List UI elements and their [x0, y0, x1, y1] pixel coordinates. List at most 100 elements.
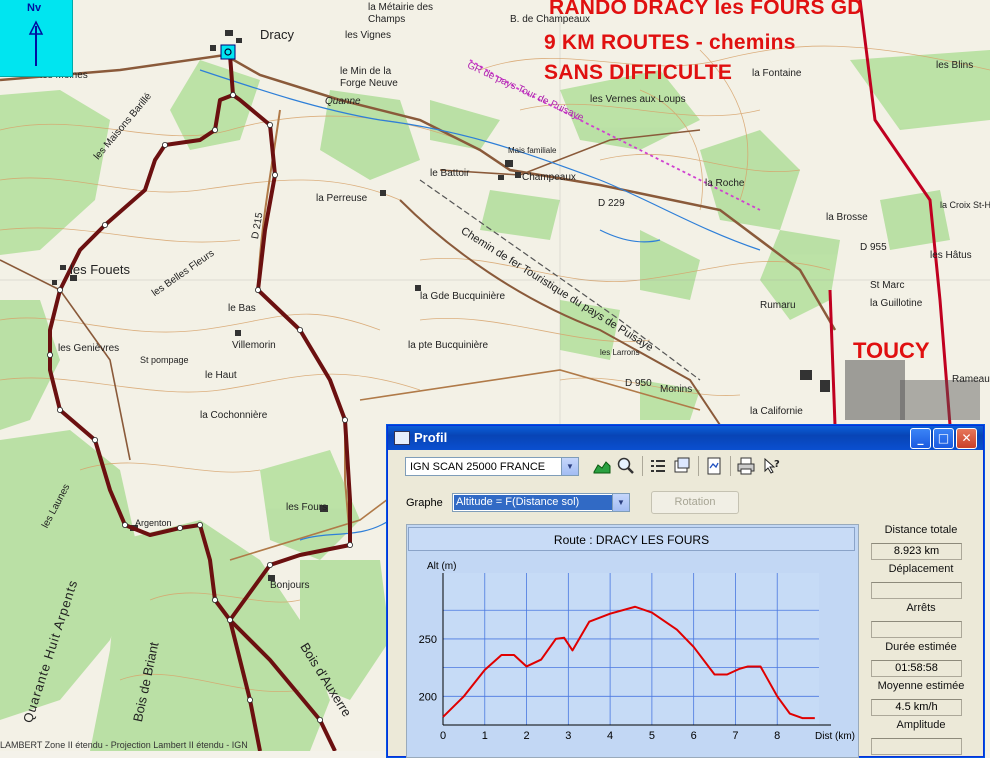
map-label: les Hâtus	[930, 250, 972, 261]
map-label: Monins	[660, 384, 693, 395]
map-label: D 950	[625, 378, 652, 389]
y-axis-label: Alt (m)	[427, 561, 456, 572]
maximize-button[interactable]: □	[933, 428, 954, 449]
map-label: la Fontaine	[752, 68, 802, 79]
chevron-down-icon[interactable]: ▼	[612, 494, 629, 511]
map-label: Villemorin	[232, 340, 276, 351]
map-label: les Larrons	[600, 348, 640, 357]
route-title-line-1: RANDO DRACY les FOURS GD	[549, 0, 863, 19]
profile-icon[interactable]	[592, 456, 612, 476]
stat-label-duration: Durée estimée	[885, 641, 957, 653]
chart-title: Route : DRACY LES FOURS	[408, 527, 855, 551]
map-label: les Fours	[286, 502, 328, 513]
map-label: la pte Bucquinière	[408, 340, 489, 351]
list-icon[interactable]	[648, 456, 668, 476]
y-tick-label: 250	[419, 634, 437, 646]
x-axis-label: Dist (km)	[815, 731, 855, 742]
map-label: la Métairie des Champs	[368, 2, 434, 25]
map-label: le Min de la Forge Neuve	[340, 66, 398, 89]
help-icon[interactable]: ?	[762, 456, 782, 476]
map-label: Argenton	[135, 518, 172, 528]
toolbar-separator	[730, 456, 731, 476]
x-tick-label: 2	[523, 730, 529, 742]
start-marker	[220, 44, 236, 60]
graphe-select[interactable]: Altitude = F(Distance sol) ▼	[452, 493, 630, 512]
map-label: la Guillotine	[870, 298, 923, 309]
town-label-toucy: TOUCY	[853, 338, 930, 363]
map-label: Rumaru	[760, 300, 796, 311]
close-button[interactable]: ✕	[956, 428, 977, 449]
x-tick-label: 6	[691, 730, 697, 742]
map-label: la Perreuse	[316, 193, 368, 204]
x-tick-label: 0	[440, 730, 446, 742]
export-icon[interactable]	[672, 456, 692, 476]
x-tick-label: 8	[774, 730, 780, 742]
map-label: St pompage	[140, 355, 189, 365]
map-label: les Genièvres	[58, 343, 120, 354]
rotation-button[interactable]: Rotation	[651, 491, 739, 514]
stat-label-distance: Distance totale	[884, 524, 958, 536]
window-app-icon	[394, 431, 410, 445]
map-label: la Croix St-Hélène	[940, 200, 990, 210]
x-tick-label: 5	[649, 730, 655, 742]
map-label: les Vignes	[345, 30, 391, 41]
window-titlebar[interactable]: Profil _ □ ✕	[388, 426, 983, 450]
profile-window[interactable]: Profil _ □ ✕ IGN SCAN 25000 FRANCE ▼ ? G…	[387, 425, 984, 758]
map-label: la Gde Bucquinière	[420, 291, 506, 302]
map-label: D 955	[860, 242, 887, 253]
zoom-icon[interactable]	[616, 456, 636, 476]
map-label: le Bas	[228, 303, 256, 314]
plot-background	[443, 573, 819, 725]
stat-value-duration: 01:58:58	[871, 660, 962, 677]
profile-chart-panel: Route : DRACY LES FOURS 0 1 2 3 4 5 6 7 8 200 250 A…	[406, 524, 859, 758]
map-label: Rameau	[952, 374, 990, 385]
map-label: les Blins	[936, 60, 974, 71]
y-tick-label: 200	[419, 691, 437, 703]
stat-value-stops	[871, 621, 962, 638]
route-title-line-3: SANS DIFFICULTE	[544, 61, 733, 84]
stat-value-amplitude	[871, 738, 962, 755]
map-label: les Fouets	[70, 262, 130, 277]
map-label: St Marc	[870, 280, 905, 291]
graphe-value: Altitude = F(Distance sol)	[454, 495, 612, 510]
print-icon[interactable]	[736, 456, 756, 476]
stat-value-average-speed: 4.5 km/h	[871, 699, 962, 716]
stat-label-average-speed: Moyenne estimée	[877, 680, 965, 692]
map-source-value: IGN SCAN 25000 FRANCE	[410, 461, 546, 473]
map-label: le Battoir	[430, 168, 470, 179]
stat-label-stops: Arrêts	[906, 602, 936, 614]
svg-text:?: ?	[774, 459, 780, 470]
north-arrow-icon	[28, 20, 44, 66]
stat-label-displacement: Déplacement	[888, 563, 954, 575]
map-label: Mais familiale	[508, 146, 557, 155]
map-label: la Californie	[750, 406, 803, 417]
window-title: Profil	[414, 430, 448, 445]
x-tick-label: 3	[565, 730, 571, 742]
map-source-select[interactable]: IGN SCAN 25000 FRANCE ▼	[405, 457, 579, 476]
map-label: la Cochonnière	[200, 410, 268, 421]
stat-label-amplitude: Amplitude	[896, 719, 946, 731]
map-label: D 229	[598, 198, 625, 209]
route-title-line-2: 9 KM ROUTES - chemins	[544, 31, 796, 54]
document-icon[interactable]	[704, 456, 724, 476]
x-tick-label: 7	[732, 730, 738, 742]
elevation-chart: 0 1 2 3 4 5 6 7 8 200 250 Alt (m) Dist (km)	[419, 561, 855, 742]
map-label: le Haut	[205, 370, 237, 381]
map-label: Bonjours	[270, 580, 310, 591]
chevron-down-icon[interactable]: ▼	[561, 458, 578, 475]
window-toolbar: IGN SCAN 25000 FRANCE ▼ ?	[388, 452, 983, 482]
graphe-label: Graphe	[406, 497, 443, 509]
x-tick-label: 1	[482, 730, 488, 742]
map-label: la Brosse	[826, 212, 868, 223]
stat-value-distance: 8.923 km	[871, 543, 962, 560]
map-footer-text: LAMBERT Zone II étendu - Projection Lamb…	[0, 740, 248, 750]
x-tick-label: 4	[607, 730, 613, 742]
toolbar-separator	[698, 456, 699, 476]
toolbar-separator	[642, 456, 643, 476]
map-label: Dracy	[260, 27, 294, 42]
map-label: Quanne	[325, 96, 361, 107]
north-indicator: Nv	[0, 0, 73, 77]
map-label: les Vernes aux Loups	[590, 94, 686, 105]
map-label: Champeaux	[522, 172, 576, 183]
minimize-button[interactable]: _	[910, 428, 931, 449]
